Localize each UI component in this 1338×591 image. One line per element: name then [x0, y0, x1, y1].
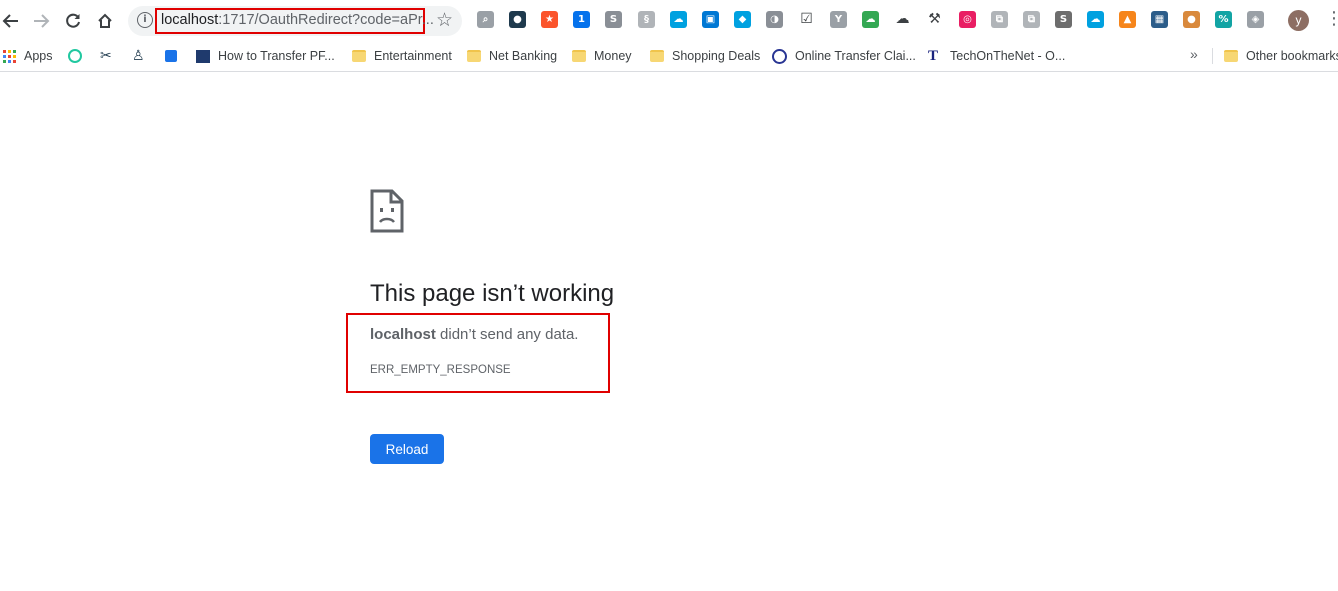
sad-page-icon — [370, 189, 404, 233]
bookmark-item-label: Online Transfer Clai... — [795, 49, 916, 63]
forward-button[interactable] — [30, 10, 52, 32]
tools-bookmark-icon: ✂ — [100, 47, 112, 64]
bookmark-item-label: Net Banking — [489, 49, 558, 63]
chart-bookmark-icon — [196, 49, 210, 63]
y-ext-icon[interactable]: Y — [830, 11, 847, 28]
bookmark-item[interactable]: Shopping Deals — [650, 46, 760, 66]
refresh-button[interactable] — [62, 10, 84, 32]
apps-grid-icon — [3, 49, 16, 63]
back-button[interactable] — [0, 10, 22, 32]
cloud-outline-ext-icon[interactable]: ☁ — [894, 11, 911, 28]
shield-ext-icon[interactable]: ◈ — [1247, 11, 1264, 28]
folder-icon — [572, 50, 586, 62]
bookmark-icon-only-2[interactable]: ✂ — [100, 46, 122, 66]
cloud-sync-ext-icon[interactable]: ☁ — [1087, 11, 1104, 28]
error-message-text: didn’t send any data. — [435, 326, 579, 343]
onepassword-ext-icon[interactable]: 1 — [573, 11, 590, 28]
refresh-icon — [66, 13, 80, 28]
bookmark-item-label: Shopping Deals — [672, 49, 761, 63]
bookmark-item[interactable]: Entertainment — [352, 46, 452, 66]
check-ext-icon[interactable]: ☑ — [798, 11, 815, 28]
bookmark-item-label: TechOnTheNet - O... — [950, 49, 1066, 63]
back-arrow-icon — [2, 14, 18, 28]
bookmark-icon-only-1[interactable] — [68, 46, 90, 66]
bookmark-apps-label: Apps — [24, 49, 53, 63]
zoom-ext-icon[interactable]: ⌕ — [477, 11, 494, 28]
error-host: localhost — [370, 326, 436, 343]
brave-ext-icon[interactable]: ★ — [541, 11, 558, 28]
bookmark-item[interactable]: Online Transfer Clai... — [772, 46, 916, 66]
home-icon — [98, 13, 112, 28]
folder-icon — [650, 50, 664, 62]
forward-arrow-icon — [34, 14, 50, 28]
error-message: localhost didn’t send any data. — [370, 326, 578, 343]
s-ext-icon[interactable]: S — [1055, 11, 1072, 28]
globe-ext-icon[interactable]: ● — [509, 11, 526, 28]
tag-ext-icon[interactable]: ◆ — [734, 11, 751, 28]
reload-button[interactable]: Reload — [370, 434, 444, 464]
bookmark-item[interactable]: T TechOnTheNet - O... — [928, 46, 1065, 66]
bookmark-icon-only-3[interactable]: ♙ — [132, 46, 154, 66]
cookie-ext-icon[interactable]: ● — [1183, 11, 1200, 28]
error-code: ERR_EMPTY_RESPONSE — [370, 364, 511, 376]
skype-ext-icon[interactable]: S — [605, 11, 622, 28]
url-path: :1717/OauthRedirect?code=aPr... — [218, 12, 434, 28]
bookmark-other[interactable]: Other bookmarks — [1224, 46, 1338, 66]
site-info-icon[interactable]: i — [137, 12, 153, 28]
translate-ext-icon[interactable]: ⧉ — [991, 11, 1008, 28]
bookmark-other-label: Other bookmarks — [1246, 49, 1338, 63]
menu-dots-icon[interactable]: ⋮ — [1325, 8, 1338, 29]
percent-ext-icon[interactable]: % — [1215, 11, 1232, 28]
profile-avatar[interactable]: y — [1288, 10, 1309, 31]
app-ext-icon[interactable]: ▦ — [1151, 11, 1168, 28]
bookmarks-divider — [1212, 48, 1213, 64]
home-button[interactable] — [94, 10, 116, 32]
folder-icon — [1224, 50, 1238, 62]
translate2-ext-icon[interactable]: ⧉ — [1023, 11, 1040, 28]
url-host: localhost — [161, 12, 219, 28]
metamask-ext-icon[interactable]: ▲ — [1119, 11, 1136, 28]
bookmark-item-label: Money — [594, 49, 632, 63]
ring-ext-icon[interactable]: ◎ — [959, 11, 976, 28]
bookmark-item[interactable]: How to Transfer PF... — [196, 46, 335, 66]
wrench-ext-icon[interactable]: ⚒ — [926, 11, 943, 28]
swirl-bookmark-icon — [68, 49, 82, 63]
shield-bookmark-icon — [165, 50, 177, 62]
browser-toolbar: i localhost:1717/OauthRedirect?code=aPr.… — [0, 0, 1338, 42]
bookmark-item[interactable]: Net Banking — [467, 46, 557, 66]
bookmark-icon-only-4[interactable] — [165, 46, 185, 66]
error-title: This page isn’t working — [370, 280, 615, 307]
bookmark-star-icon[interactable]: ☆ — [436, 9, 453, 31]
bookmark-item-label: Entertainment — [374, 49, 452, 63]
techonthenet-t-icon: T — [928, 47, 939, 64]
cloud-color-ext-icon[interactable]: ☁ — [862, 11, 879, 28]
face-ext-icon[interactable]: ◑ — [766, 11, 783, 28]
window-ext-icon[interactable]: ▣ — [702, 11, 719, 28]
bookmarks-overflow-chevron-icon[interactable]: » — [1190, 46, 1198, 62]
folder-icon — [352, 50, 366, 62]
bookmark-item-label: How to Transfer PF... — [218, 49, 335, 63]
error-highlight-box — [346, 313, 610, 393]
person-bookmark-icon: ♙ — [132, 47, 145, 64]
url-text[interactable]: localhost:1717/OauthRedirect?code=aPr... — [161, 12, 434, 28]
bookmark-apps[interactable]: Apps — [3, 46, 53, 66]
seal-bookmark-icon — [772, 48, 787, 64]
bookmarks-bar: Apps ✂ ♙ How to Transfer PF... Entertainm… — [0, 42, 1338, 72]
swirl-ext-icon[interactable]: § — [638, 11, 655, 28]
bookmark-item[interactable]: Money — [572, 46, 632, 66]
folder-icon — [467, 50, 481, 62]
salesforce-ext-icon[interactable]: ☁ — [670, 11, 687, 28]
